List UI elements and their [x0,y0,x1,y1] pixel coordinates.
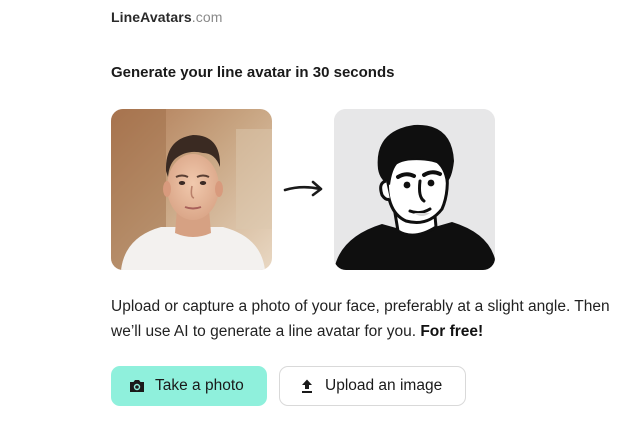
page-headline: Generate your line avatar in 30 seconds [111,64,395,81]
description-free: For free! [420,323,484,340]
upload-label: Upload an image [325,377,443,394]
logo-tld: .com [191,9,223,25]
logo-brand: LineAvatars [111,9,192,25]
camera-icon [128,377,146,395]
take-photo-button[interactable]: Take a photo [111,366,267,406]
upload-icon [298,377,316,395]
example-photo [111,109,272,270]
site-logo[interactable]: LineAvatars.com [111,9,222,25]
upload-image-button[interactable]: Upload an image [279,366,466,406]
arrow-right-icon [283,180,323,197]
take-photo-label: Take a photo [155,377,244,394]
description-text: Upload or capture a photo of your face, … [111,294,631,344]
example-line-avatar [334,109,495,270]
description-main: Upload or capture a photo of your face, … [111,298,610,340]
